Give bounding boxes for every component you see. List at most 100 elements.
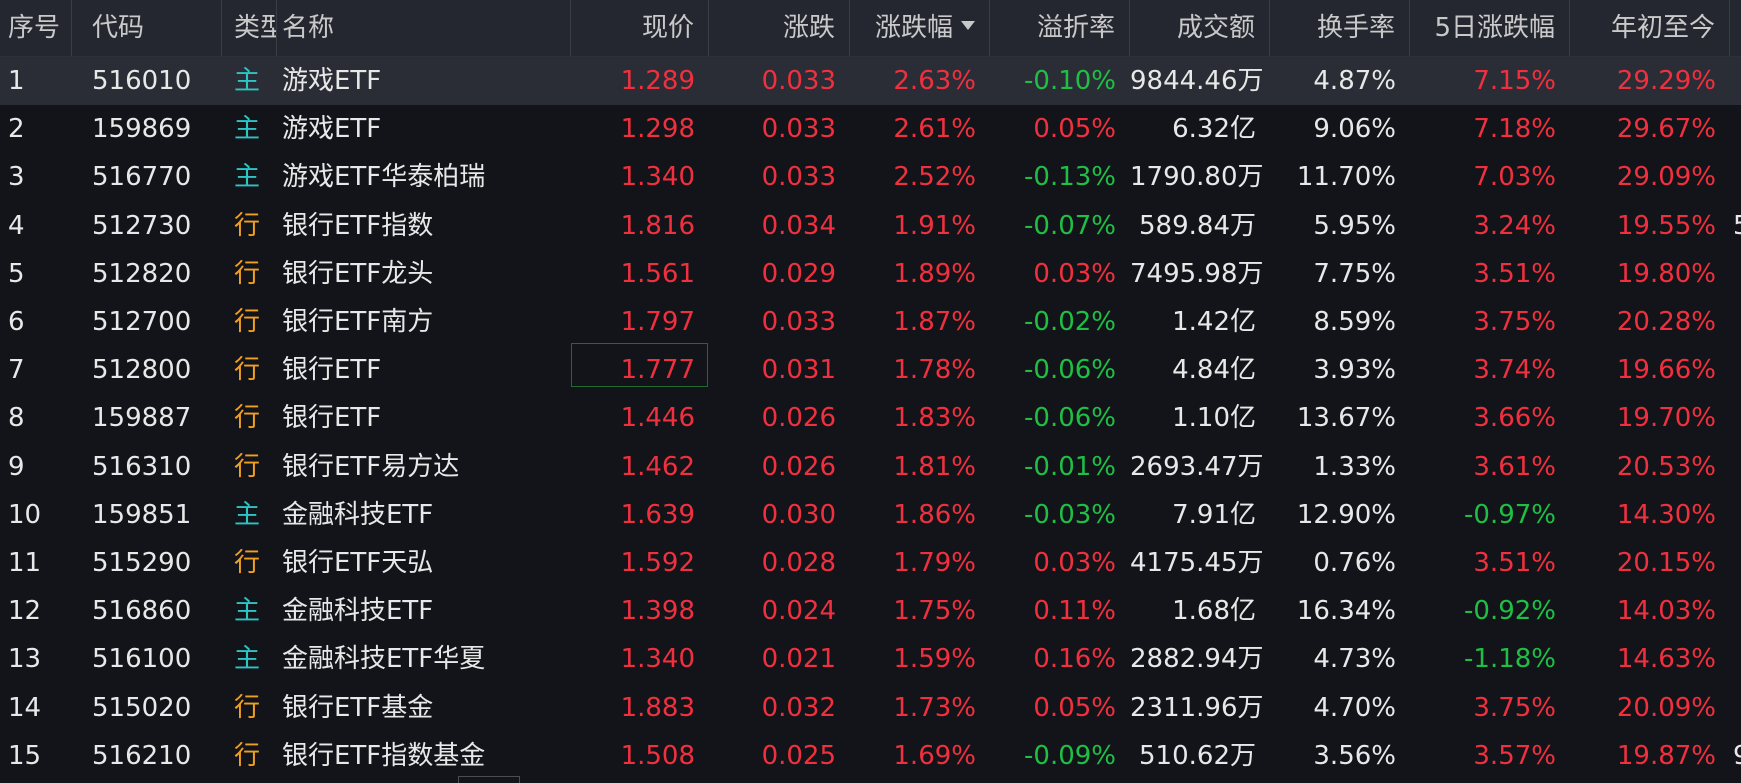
cell-seq: 7 [8, 355, 25, 386]
table-row[interactable]: 9 516310 行银行ETF易方达 1.462 0.026 1.81% -0.01% 269… [0, 443, 1741, 491]
cell-seq: 8 [8, 403, 25, 434]
column-header-label: 现价 [641, 13, 694, 43]
cell-ytd: 29.09% [1616, 162, 1716, 193]
cell-d5: 3.61% [1473, 451, 1556, 482]
etf-quote-table: 序号 代码 类型名称 现价 涨跌 涨跌幅 溢折率 成交额 换手率 5日涨跌幅 年初至今 1 51601… [0, 0, 1741, 783]
table-row[interactable]: 7 512800 行银行ETF 1.777 0.031 1.78% -0.06% 4.84亿 3… [0, 346, 1741, 394]
table-row[interactable]: 10 159851 主金融科技ETF 1.639 0.030 1.86% -0.03% 7.9… [0, 491, 1741, 539]
cell-name: 银行ETF南方 [282, 307, 434, 337]
cell-d5: 7.18% [1473, 114, 1556, 145]
cell-name: 金融科技ETF [282, 596, 434, 627]
cell-premium: -0.03% [1024, 499, 1116, 530]
table-row[interactable]: 8 159887 行银行ETF 1.446 0.026 1.83% -0.06% 1.10亿 1… [0, 394, 1741, 442]
cell-change: 0.025 [761, 740, 836, 771]
cell-name: 银行ETF龙头 [282, 258, 434, 289]
column-header-turnover[interactable]: 换手率 [1270, 0, 1410, 56]
cell-turnover: 5.95% [1313, 210, 1396, 241]
table-row[interactable]: 2 159869 主游戏ETF 1.298 0.033 2.61% 0.05% 6.32亿 9.… [0, 105, 1741, 153]
cell-seq: 14 [8, 692, 42, 723]
column-header-change[interactable]: 涨跌 [709, 0, 850, 56]
cell-type: 主 [234, 66, 261, 96]
column-header-ytd[interactable]: 年初至今 [1570, 0, 1730, 56]
cell-turnover: 9.06% [1313, 114, 1396, 145]
column-header-label: 涨跌幅 [874, 13, 953, 43]
cell-premium: -0.09% [1024, 740, 1116, 771]
cell-code: 516310 [92, 451, 192, 482]
cell-code: 512730 [92, 210, 192, 241]
table-row[interactable]: 15 516210 行银行ETF指数基金 1.508 0.025 1.69% -0.09% 5… [0, 732, 1741, 780]
column-header-label: 年初至今 [1610, 13, 1715, 43]
table-row[interactable]: 6 512700 行银行ETF南方 1.797 0.033 1.87% -0.02% 1.42… [0, 298, 1741, 346]
column-header-d5[interactable]: 5日涨跌幅 [1410, 0, 1570, 56]
cell-change: 0.029 [761, 258, 836, 289]
cell-turnover: 11.70% [1296, 162, 1396, 193]
cell-seq: 5 [8, 258, 25, 289]
column-header-amount[interactable]: 成交额 [1130, 0, 1270, 56]
table-row[interactable]: 14 515020 行银行ETF基金 1.883 0.032 1.73% 0.05% 2311… [0, 684, 1741, 732]
cell-name: 银行ETF指数 [282, 210, 434, 241]
column-header-label: 成交额 [1176, 13, 1255, 43]
cell-code: 512700 [92, 307, 192, 337]
cell-turnover: 4.87% [1313, 66, 1396, 96]
sort-descending-icon [961, 21, 975, 30]
cell-code: 159869 [92, 114, 192, 145]
cell-price: 1.639 [620, 499, 695, 530]
column-header-premium[interactable]: 溢折率 [990, 0, 1130, 56]
cell-amount: 6.32亿 [1172, 114, 1256, 145]
cell-premium: 0.11% [1033, 596, 1116, 627]
cell-ytd: 14.30% [1616, 499, 1716, 530]
cell-type: 行 [234, 451, 261, 482]
cell-pct: 1.87% [893, 307, 976, 337]
cell-price: 1.289 [620, 66, 695, 96]
table-row[interactable]: 11 515290 行银行ETF天弘 1.592 0.028 1.79% 0.03% 4175… [0, 539, 1741, 587]
column-header-seq[interactable]: 序号 [0, 0, 72, 56]
cell-code: 516100 [92, 644, 192, 675]
cell-pct: 1.86% [893, 499, 976, 530]
cell-change: 0.033 [761, 307, 836, 337]
cell-seq: 12 [8, 596, 42, 627]
cell-pct: 2.52% [893, 162, 976, 193]
column-header-price[interactable]: 现价 [571, 0, 709, 56]
table-header: 序号 代码 类型名称 现价 涨跌 涨跌幅 溢折率 成交额 换手率 5日涨跌幅 年初至今 [0, 0, 1741, 57]
cell-name: 游戏ETF华泰柏瑞 [282, 162, 486, 193]
cell-premium: -0.01% [1024, 451, 1116, 482]
cell-seq: 1 [8, 66, 25, 96]
cell-ytd: 19.55% [1616, 210, 1716, 241]
cell-amount: 2311.96万 [1130, 692, 1264, 723]
cell-turnover: 12.90% [1296, 499, 1396, 530]
cell-price: 1.508 [620, 740, 695, 771]
column-header-type[interactable]: 类型 [222, 0, 277, 56]
cell-price: 1.797 [620, 307, 695, 337]
cell-name: 银行ETF天弘 [282, 548, 434, 578]
horizontal-scroll-thumb[interactable] [458, 776, 520, 783]
table-row[interactable]: 4 512730 行银行ETF指数 1.816 0.034 1.91% -0.07% 589.… [0, 202, 1741, 250]
table-row[interactable]: 12 516860 主金融科技ETF 1.398 0.024 1.75% 0.11% 1.68… [0, 587, 1741, 635]
cell-amount: 9844.46万 [1130, 66, 1264, 96]
table-row[interactable]: 5 512820 行银行ETF龙头 1.561 0.029 1.89% 0.03% 7495.… [0, 250, 1741, 298]
cell-turnover: 16.34% [1296, 596, 1396, 627]
column-header-code[interactable]: 代码 [72, 0, 222, 56]
cell-price: 1.462 [620, 451, 695, 482]
cell-code: 515020 [92, 692, 192, 723]
cell-ytd: 20.53% [1616, 451, 1716, 482]
cell-pct: 1.91% [893, 210, 976, 241]
cell-amount: 2693.47万 [1130, 451, 1264, 482]
cell-premium: 0.16% [1033, 644, 1116, 675]
column-header-pct[interactable]: 涨跌幅 [850, 0, 990, 56]
cell-code: 516770 [92, 162, 192, 193]
cell-seq: 13 [8, 644, 42, 675]
table-row[interactable]: 1 516010 主游戏ETF 1.289 0.033 2.63% -0.10% 9844.4… [0, 57, 1741, 105]
cell-change: 0.030 [761, 499, 836, 530]
cell-d5: 3.24% [1473, 210, 1556, 241]
table-row[interactable]: 3 516770 主游戏ETF华泰柏瑞 1.340 0.033 2.52% -0.13% 17… [0, 153, 1741, 201]
cell-d5: 3.66% [1473, 403, 1556, 434]
cell-price: 1.298 [620, 114, 695, 145]
table-row[interactable]: 13 516100 主金融科技ETF华夏 1.340 0.021 1.59% 0.16% 28… [0, 635, 1741, 683]
cell-change: 0.024 [761, 596, 836, 627]
cell-d5: 3.75% [1473, 692, 1556, 723]
cell-seq: 4 [8, 210, 25, 241]
cell-type: 主 [234, 162, 261, 193]
cell-name: 银行ETF [282, 403, 382, 434]
column-header-name[interactable]: 名称 [277, 0, 571, 56]
column-header-label: 换手率 [1316, 13, 1395, 43]
